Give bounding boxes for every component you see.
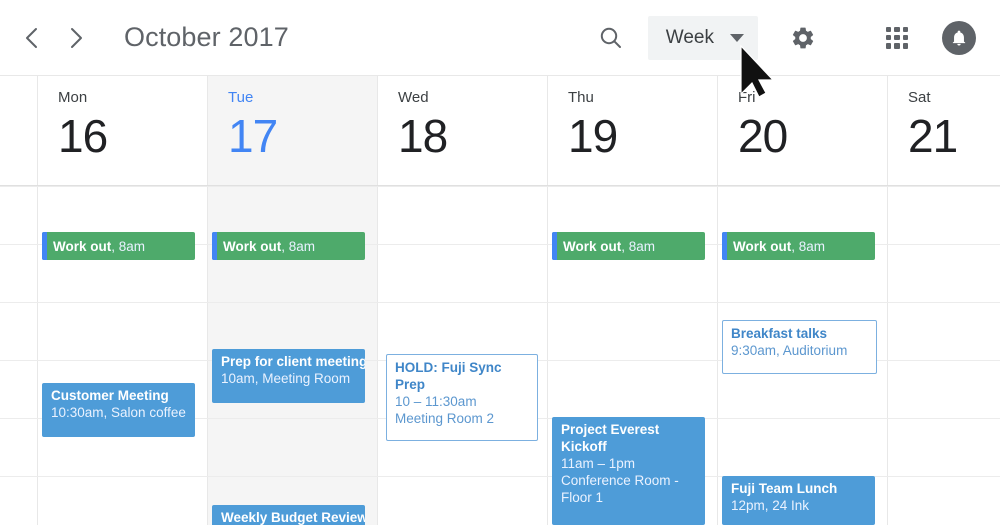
search-icon <box>600 27 621 48</box>
calendar-event-workout-fri[interactable]: Work out, 8am <box>722 232 875 260</box>
previous-period-button[interactable] <box>10 16 54 60</box>
event-title: Prep for client meeting <box>221 354 365 369</box>
event-subtitle: 10am, Meeting Room <box>221 371 351 386</box>
day-header-tue[interactable]: Tue 17 <box>208 76 378 185</box>
event-title: Work out <box>563 238 622 254</box>
hour-gridline <box>0 186 1000 187</box>
event-title: HOLD: Fuji Sync Prep <box>395 360 502 392</box>
event-title: Fuji Team Lunch <box>731 481 838 496</box>
calendar-app: October 2017 Week Mon 16 Tue 17 Wed 18 T… <box>0 0 1000 525</box>
day-name: Sat <box>908 89 931 106</box>
day-number: 16 <box>58 110 108 162</box>
event-title: Work out <box>53 238 112 254</box>
day-name: Mon <box>58 89 88 106</box>
apps-button[interactable] <box>874 15 920 61</box>
day-header-fri[interactable]: Fri 20 <box>718 76 888 185</box>
day-name: Fri <box>738 89 756 106</box>
time-gutter-column <box>0 186 38 525</box>
page-title: October 2017 <box>124 22 289 52</box>
apps-dot <box>894 26 900 32</box>
calendar-event-workout-thu[interactable]: Work out, 8am <box>552 232 705 260</box>
view-mode-label: Week <box>665 26 714 48</box>
apps-dot <box>886 43 892 49</box>
day-number: 20 <box>738 110 788 162</box>
event-location: Conference Room - Floor 1 <box>561 473 679 505</box>
apps-dot <box>894 43 900 49</box>
calendar-event-customer-meeting[interactable]: Customer Meeting 10:30am, Salon coffee <box>42 383 195 437</box>
day-name: Wed <box>398 89 429 106</box>
event-title: Breakfast talks <box>731 326 828 341</box>
calendar-event-prep-client-meeting[interactable]: Prep for client meeting 10am, Meeting Roo… <box>212 349 365 403</box>
apps-dot <box>902 26 908 32</box>
search-button[interactable] <box>588 15 634 61</box>
event-subtitle: , 8am <box>791 238 826 254</box>
apps-dot <box>886 26 892 32</box>
chevron-left-icon <box>26 27 37 48</box>
apps-dot <box>902 43 908 49</box>
apps-grid-icon <box>886 26 908 49</box>
top-toolbar: October 2017 Week <box>0 0 1000 76</box>
avatar <box>942 20 976 55</box>
day-number: 18 <box>398 110 448 162</box>
day-header-mon[interactable]: Mon 16 <box>38 76 208 185</box>
calendar-event-fuji-team-lunch[interactable]: Fuji Team Lunch 12pm, 24 Ink <box>722 476 875 525</box>
calendar-event-breakfast-talks[interactable]: Breakfast talks 9:30am, Auditorium <box>722 320 877 374</box>
next-period-button[interactable] <box>54 16 98 60</box>
bell-icon <box>952 30 966 45</box>
apps-dot <box>894 34 900 41</box>
day-name: Tue <box>228 89 254 106</box>
event-title: Weekly Budget Review <box>221 510 365 525</box>
calendar-event-project-everest-kickoff[interactable]: Project Everest Kickoff 11am – 1pm Confere… <box>552 417 705 525</box>
event-subtitle: 9:30am, Auditorium <box>731 343 848 358</box>
gear-icon <box>792 27 814 48</box>
event-location: Meeting Room 2 <box>395 411 495 426</box>
settings-button[interactable] <box>780 15 826 61</box>
event-subtitle: 11am – 1pm <box>561 456 636 471</box>
event-subtitle: , 8am <box>621 238 656 254</box>
day-column-sat[interactable] <box>888 186 1000 525</box>
hour-gridline <box>0 302 1000 303</box>
chevron-down-icon <box>730 33 744 42</box>
event-subtitle: 10 – 11:30am <box>395 394 477 409</box>
day-header-wed[interactable]: Wed 18 <box>378 76 548 185</box>
calendar-event-hold-fuji-sync-prep[interactable]: HOLD: Fuji Sync Prep 10 – 11:30am Meeting … <box>386 354 538 441</box>
view-mode-dropdown[interactable]: Week <box>647 15 758 60</box>
day-number: 17 <box>228 110 278 162</box>
calendar-grid: Work out, 8am Work out, 8am Work out, 8am W… <box>0 186 1000 525</box>
calendar-event-weekly-budget-review[interactable]: Weekly Budget Review <box>212 505 365 525</box>
apps-dot <box>886 34 892 41</box>
calendar-event-workout-mon[interactable]: Work out, 8am <box>42 232 195 260</box>
day-name: Thu <box>568 89 594 106</box>
event-subtitle: 12pm, 24 Ink <box>731 498 810 513</box>
day-number: 21 <box>908 110 958 162</box>
event-title: Work out <box>223 238 282 254</box>
event-title: Project Everest Kickoff <box>561 422 660 454</box>
day-number: 19 <box>568 110 618 162</box>
event-subtitle: , 8am <box>281 238 316 254</box>
event-subtitle: , 8am <box>111 238 146 254</box>
calendar-event-workout-tue[interactable]: Work out, 8am <box>212 232 365 260</box>
account-button[interactable] <box>936 15 982 61</box>
event-title: Work out <box>733 238 792 254</box>
day-header-thu[interactable]: Thu 19 <box>548 76 718 185</box>
chevron-right-icon <box>71 27 82 48</box>
time-gutter-header <box>0 76 38 185</box>
day-header-row: Mon 16 Tue 17 Wed 18 Thu 19 Fri 20 Sat 2… <box>0 76 1000 186</box>
event-subtitle: 10:30am, Salon coffee <box>51 405 186 420</box>
event-title: Customer Meeting <box>51 388 169 403</box>
day-header-sat[interactable]: Sat 21 <box>888 76 1000 185</box>
apps-dot <box>902 34 908 41</box>
